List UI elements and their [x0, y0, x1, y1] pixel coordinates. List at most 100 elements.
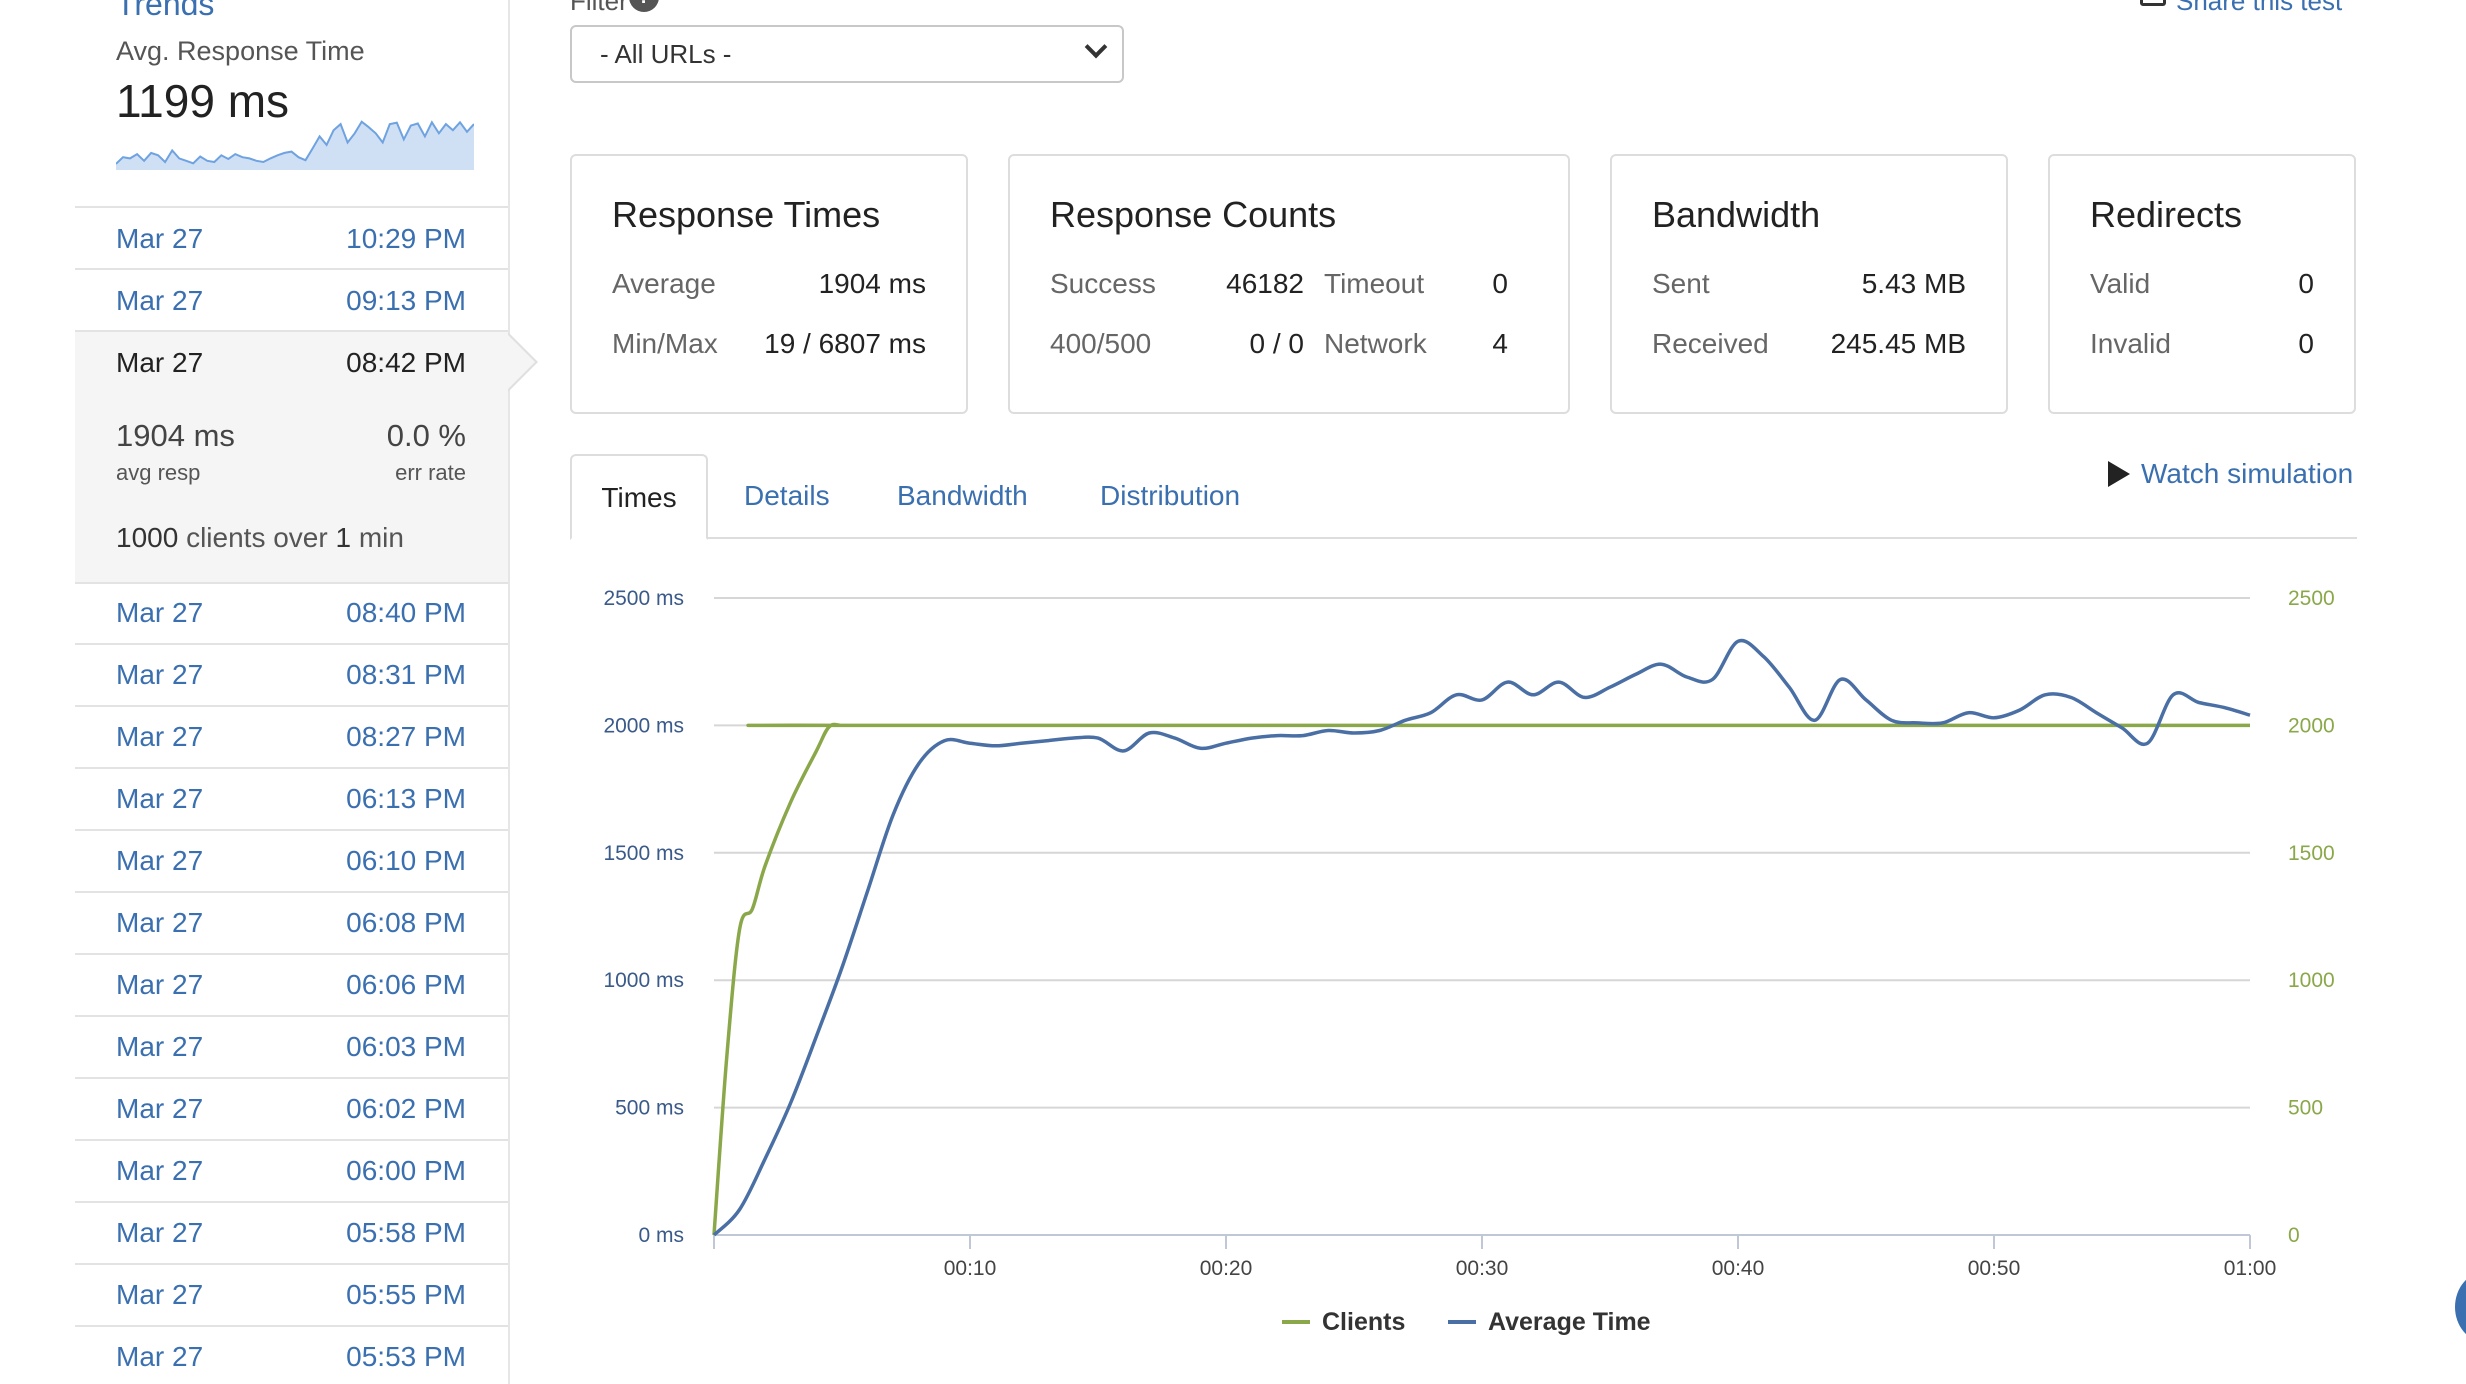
- invalid-value: 0: [2298, 328, 2314, 359]
- x-tick-label: 00:30: [1456, 1257, 1509, 1280]
- sidebar-row-divider: [75, 1325, 508, 1327]
- sidebar-row-divider: [75, 891, 508, 893]
- test-run-item[interactable]: Mar 27 06:08 PM: [75, 892, 508, 954]
- test-run-time: 06:00 PM: [346, 1155, 466, 1186]
- test-run-date: Mar 27: [116, 845, 204, 876]
- tab-times[interactable]: Times: [570, 454, 708, 540]
- share-icon[interactable]: [2140, 0, 2166, 6]
- response-time-chart: 0 ms 0 500 ms 500 1000 ms 1000 1500 ms 1500 2000…: [603, 587, 2335, 1336]
- sidebar-row-divider: [75, 206, 508, 208]
- x-tick-label: 00:20: [1200, 1257, 1253, 1280]
- test-run-date: Mar 27: [116, 597, 204, 628]
- sidebar-row-divider: [75, 767, 508, 769]
- sidebar-row-divider: [75, 1263, 508, 1265]
- received-label: Received: [1652, 328, 1769, 359]
- test-run-date: Mar 27: [116, 223, 204, 254]
- err-rate-value: 0.0 %: [386, 418, 466, 453]
- tab-details[interactable]: Details: [744, 454, 830, 538]
- y-tick-label-right: 2000: [2288, 714, 2335, 737]
- test-run-item[interactable]: Mar 27 06:00 PM: [75, 1140, 508, 1202]
- y-tick-label-left: 2000 ms: [603, 714, 684, 737]
- network-value: 4: [1492, 328, 1508, 359]
- legend-label-clients: Clients: [1322, 1308, 1405, 1336]
- test-run-item[interactable]: Mar 27 08:27 PM: [75, 706, 508, 768]
- test-run-date: Mar 27: [116, 721, 204, 752]
- test-run-item[interactable]: Mar 27 08:31 PM: [75, 644, 508, 706]
- test-run-date: Mar 27: [116, 285, 204, 316]
- test-run-item[interactable]: Mar 27 06:02 PM: [75, 1078, 508, 1140]
- sidebar-divider: [508, 0, 510, 1384]
- test-run-time: 08:42 PM: [346, 347, 466, 378]
- test-run-time: 06:13 PM: [346, 783, 466, 814]
- received-value: 245.45 MB: [1830, 328, 1966, 359]
- url-filter-select[interactable]: - All URLs -: [570, 25, 1124, 83]
- sidebar-row-divider: [75, 1139, 508, 1141]
- timeout-value: 0: [1492, 268, 1508, 299]
- url-filter-value: - All URLs -: [600, 39, 732, 69]
- average-time-series-line: [712, 638, 2251, 1237]
- test-run-date: Mar 27: [116, 1279, 204, 1310]
- sidebar-row-divider: [75, 1201, 508, 1203]
- card-title: Response Counts: [1050, 194, 1337, 235]
- sidebar-row-divider: [75, 582, 508, 584]
- response-times-card: Response Times Average 1904 ms Min/Max 1…: [570, 154, 968, 414]
- tab-bandwidth[interactable]: Bandwidth: [897, 454, 1028, 538]
- test-run-item[interactable]: Mar 27 05:53 PM: [75, 1326, 508, 1384]
- test-run-item[interactable]: Mar 27 06:03 PM: [75, 1016, 508, 1078]
- test-run-time: 05:55 PM: [346, 1279, 466, 1310]
- watch-simulation-link[interactable]: Watch simulation: [2141, 458, 2353, 490]
- bandwidth-card: Bandwidth Sent 5.43 MB Received 245.45 M…: [1610, 154, 2008, 414]
- test-run-item[interactable]: Mar 27 06:06 PM: [75, 954, 508, 1016]
- test-run-time: 08:40 PM: [346, 597, 466, 628]
- test-run-item-selected[interactable]: Mar 27 08:42 PM 1904 ms avg resp 0.0 % err ra…: [75, 332, 508, 582]
- filter-label: Filter: [570, 0, 628, 16]
- y-tick-label-left: 1500 ms: [603, 842, 684, 865]
- x-tick-label: 01:00: [2224, 1257, 2277, 1280]
- test-run-time: 06:08 PM: [346, 907, 466, 938]
- test-run-item[interactable]: Mar 27 06:13 PM: [75, 768, 508, 830]
- chat-widget-button[interactable]: [2455, 1272, 2466, 1342]
- sidebar: Trends Avg. Response Time 1199 ms Mar 27…: [0, 0, 538, 1384]
- redirects-card: Redirects Valid 0 Invalid 0: [2048, 154, 2356, 414]
- response-counts-card: Response Counts Success 46182 Timeout 0 …: [1008, 154, 1570, 414]
- sidebar-row-divider: [75, 1015, 508, 1017]
- test-run-item[interactable]: Mar 27 06:10 PM: [75, 830, 508, 892]
- network-label: Network: [1324, 328, 1427, 359]
- share-test-link[interactable]: Share this test: [2176, 0, 2342, 17]
- test-run-item[interactable]: Mar 27 05:58 PM: [75, 1202, 508, 1264]
- minmax-label: Min/Max: [612, 328, 718, 359]
- average-label: Average: [612, 268, 716, 299]
- test-run-date: Mar 27: [116, 1093, 204, 1124]
- sent-label: Sent: [1652, 268, 1710, 299]
- test-run-time: 08:27 PM: [346, 721, 466, 752]
- err-rate-label: err rate: [395, 460, 466, 485]
- tab-distribution[interactable]: Distribution: [1100, 454, 1240, 538]
- trends-sparkline: [116, 120, 474, 170]
- sidebar-row-divider: [75, 268, 508, 270]
- clients-text: clients over: [178, 522, 336, 553]
- success-value: 46182: [1226, 268, 1304, 299]
- test-run-item[interactable]: Mar 27 05:55 PM: [75, 1264, 508, 1326]
- http-error-value: 0 / 0: [1249, 328, 1304, 359]
- test-run-time: 08:31 PM: [346, 659, 466, 690]
- test-run-time: 06:06 PM: [346, 969, 466, 1000]
- help-icon[interactable]: ?: [629, 0, 659, 12]
- avg-resp-value: 1904 ms: [116, 418, 235, 453]
- minmax-value: 19 / 6807 ms: [764, 328, 926, 359]
- sidebar-row-divider: [75, 705, 508, 707]
- play-icon[interactable]: [2108, 461, 2130, 487]
- test-run-time: 06:03 PM: [346, 1031, 466, 1062]
- test-run-item[interactable]: Mar 27 10:29 PM: [75, 208, 508, 270]
- timeout-label: Timeout: [1324, 268, 1425, 299]
- test-run-date: Mar 27: [116, 1031, 204, 1062]
- average-value: 1904 ms: [818, 268, 926, 299]
- test-run-date: Mar 27: [116, 1341, 204, 1372]
- test-run-time: 10:29 PM: [346, 223, 466, 254]
- test-run-item[interactable]: Mar 27 08:40 PM: [75, 582, 508, 644]
- invalid-label: Invalid: [2090, 328, 2171, 359]
- trends-title[interactable]: Trends: [116, 0, 214, 23]
- sidebar-row-divider: [75, 330, 508, 332]
- card-title: Bandwidth: [1652, 194, 1821, 235]
- sidebar-row-divider: [75, 829, 508, 831]
- test-run-item[interactable]: Mar 27 09:13 PM: [75, 270, 508, 332]
